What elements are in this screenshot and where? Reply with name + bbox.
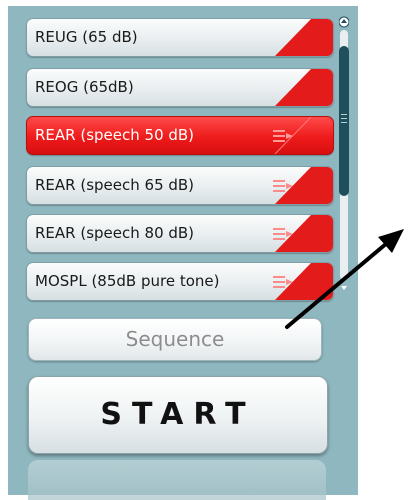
- list-item-label: REAR (speech 65 dB): [35, 176, 195, 194]
- scroll-down-icon[interactable]: [339, 282, 349, 294]
- sequence-button[interactable]: Sequence: [28, 318, 322, 361]
- red-corner-icon: [275, 263, 333, 300]
- list-icon: [273, 276, 293, 288]
- list-item-reog[interactable]: REOG (65dB): [26, 68, 334, 107]
- start-button[interactable]: START: [28, 376, 328, 454]
- scroll-up-icon[interactable]: [339, 16, 349, 28]
- list-item-label: REAR (speech 80 dB): [35, 224, 195, 242]
- list-item-rear-65[interactable]: REAR (speech 65 dB): [26, 166, 334, 205]
- red-corner-icon: [275, 19, 333, 56]
- list-item-label: REUG (65 dB): [35, 28, 138, 46]
- list-icon: [273, 130, 293, 142]
- list-item-mospl[interactable]: MOSPL (85dB pure tone): [26, 262, 334, 301]
- grip-icon: [341, 114, 347, 123]
- list-scrollbar[interactable]: [337, 16, 351, 294]
- list-item-label: REAR (speech 50 dB): [35, 126, 195, 144]
- list-item-rear-50[interactable]: REAR (speech 50 dB): [26, 116, 334, 155]
- list-item-label: MOSPL (85dB pure tone): [35, 272, 220, 290]
- list-icon: [273, 228, 293, 240]
- list-item-label: REOG (65dB): [35, 78, 134, 96]
- red-corner-icon: [275, 69, 333, 106]
- red-corner-icon: [275, 215, 333, 252]
- list-item-reug[interactable]: REUG (65 dB): [26, 18, 334, 57]
- list-icon: [273, 180, 293, 192]
- list-item-rear-80[interactable]: REAR (speech 80 dB): [26, 214, 334, 253]
- red-corner-icon: [274, 117, 312, 154]
- measurement-panel: REUG (65 dB) REOG (65dB) REAR (speech 50…: [8, 6, 358, 500]
- measurement-list: REUG (65 dB) REOG (65dB) REAR (speech 50…: [8, 6, 358, 310]
- red-corner-icon: [275, 167, 333, 204]
- scroll-thumb[interactable]: [339, 46, 349, 196]
- button-reflection: [28, 460, 326, 500]
